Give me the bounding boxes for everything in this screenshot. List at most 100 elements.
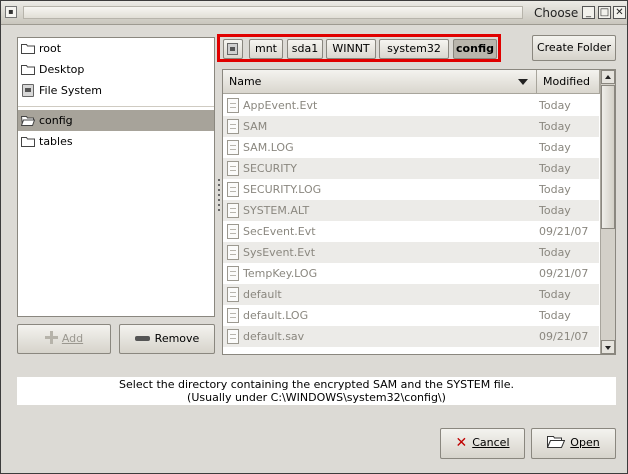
- disk-icon: [227, 43, 238, 55]
- file-name: TempKey.LOG: [243, 267, 318, 280]
- cancel-x-icon: ✕: [455, 435, 468, 451]
- file-modified: Today: [539, 183, 571, 196]
- file-modified: Today: [539, 120, 571, 133]
- place-label: File System: [39, 84, 102, 97]
- file-row[interactable]: AppEvent.Evt Today: [223, 95, 599, 116]
- disk-icon: [22, 84, 34, 97]
- file-row[interactable]: SysEvent.Evt Today: [223, 242, 599, 263]
- file-modified: Today: [539, 246, 571, 259]
- column-header-modified[interactable]: Modified: [537, 70, 600, 94]
- cancel-button[interactable]: ✕ Cancel: [440, 428, 525, 459]
- place-desktop[interactable]: Desktop: [18, 59, 214, 80]
- place-file-system[interactable]: File System: [18, 80, 214, 101]
- folder-open-icon: [21, 116, 35, 126]
- file-icon: [227, 182, 239, 197]
- scroll-up-arrow-icon[interactable]: [601, 70, 615, 84]
- file-modified: 09/21/07: [539, 330, 589, 343]
- folder-open-icon: [547, 436, 566, 448]
- file-modified: Today: [539, 162, 571, 175]
- file-row[interactable]: SAM Today: [223, 116, 599, 137]
- folder-icon: [21, 137, 35, 147]
- place-label: tables: [39, 135, 73, 148]
- file-row[interactable]: default Today: [223, 284, 599, 305]
- place-tables[interactable]: tables: [18, 131, 214, 152]
- file-icon: [227, 245, 239, 260]
- path-bar: mnt sda1 WINNT system32 config: [217, 34, 501, 62]
- file-icon: [227, 224, 239, 239]
- file-icon: [227, 203, 239, 218]
- file-icon: [227, 140, 239, 155]
- file-row[interactable]: SECURITY Today: [223, 158, 599, 179]
- file-modified: 09/21/07: [539, 225, 589, 238]
- file-row[interactable]: SecEvent.Evt 09/21/07: [223, 221, 599, 242]
- file-rows: AppEvent.Evt Today SAM Today SAM.LOG Today SEC…: [223, 95, 599, 347]
- minimize-icon[interactable]: _: [582, 6, 595, 19]
- file-name: SECURITY: [243, 162, 297, 175]
- file-icon: [227, 287, 239, 302]
- sort-descending-icon: [518, 79, 528, 85]
- add-icon: [44, 331, 58, 344]
- file-name: AppEvent.Evt: [243, 99, 318, 112]
- file-modified: Today: [539, 141, 571, 154]
- file-icon: [227, 266, 239, 281]
- file-name: default.sav: [243, 330, 305, 343]
- file-name: SECURITY.LOG: [243, 183, 322, 196]
- file-row[interactable]: default.sav 09/21/07: [223, 326, 599, 347]
- file-list: Name Modified AppEvent.Evt Today SAM Today S…: [222, 69, 616, 355]
- file-modified: Today: [539, 288, 571, 301]
- place-label: Desktop: [39, 63, 85, 76]
- file-row[interactable]: default.LOG Today: [223, 305, 599, 326]
- folder-icon: [21, 44, 35, 54]
- path-crumb-winnt[interactable]: WINNT: [326, 39, 376, 59]
- instruction-message: Select the directory containing the encr…: [17, 377, 616, 405]
- scroll-down-arrow-icon[interactable]: [601, 340, 615, 354]
- path-crumb-mnt[interactable]: mnt: [249, 39, 283, 59]
- place-root[interactable]: root: [18, 38, 214, 59]
- open-button[interactable]: Open: [531, 428, 616, 459]
- file-row[interactable]: TempKey.LOG 09/21/07: [223, 263, 599, 284]
- places-separator: [18, 101, 214, 107]
- file-row[interactable]: SECURITY.LOG Today: [223, 179, 599, 200]
- file-icon: [227, 161, 239, 176]
- place-label: config: [39, 114, 73, 127]
- window-title: Choose: [534, 6, 579, 20]
- file-icon: [227, 308, 239, 323]
- choose-dialog: ▪ Choose _ □ ✕ root Desktop File System …: [0, 0, 628, 474]
- file-icon: [227, 329, 239, 344]
- remove-icon: [134, 336, 150, 341]
- file-modified: Today: [539, 99, 571, 112]
- file-icon: [227, 98, 239, 113]
- title-bar-drag-area[interactable]: [23, 6, 523, 19]
- path-crumb-sda1[interactable]: sda1: [287, 39, 323, 59]
- file-modified: Today: [539, 309, 571, 322]
- remove-button[interactable]: Remove: [119, 324, 215, 354]
- path-crumb-config[interactable]: config: [453, 39, 497, 59]
- create-folder-button[interactable]: Create Folder: [532, 35, 616, 61]
- file-name: default.LOG: [243, 309, 309, 322]
- place-label: root: [39, 42, 62, 55]
- file-name: SAM.LOG: [243, 141, 294, 154]
- vertical-scrollbar[interactable]: [600, 70, 615, 354]
- file-name: SecEvent.Evt: [243, 225, 316, 238]
- file-name: SYSTEM.ALT: [243, 204, 310, 217]
- path-root-button[interactable]: [223, 39, 243, 59]
- column-header-name[interactable]: Name: [223, 70, 537, 94]
- file-name: SAM: [243, 120, 268, 133]
- folder-icon: [21, 65, 35, 75]
- pane-resize-handle[interactable]: [218, 179, 221, 213]
- place-config[interactable]: config: [18, 110, 214, 131]
- file-modified: Today: [539, 204, 571, 217]
- maximize-icon[interactable]: □: [598, 6, 611, 19]
- window-menu-icon[interactable]: ▪: [5, 6, 17, 18]
- path-crumb-system32[interactable]: system32: [379, 39, 449, 59]
- file-row[interactable]: SYSTEM.ALT Today: [223, 200, 599, 221]
- add-button[interactable]: Add: [17, 324, 111, 354]
- file-name: SysEvent.Evt: [243, 246, 316, 259]
- title-bar[interactable]: ▪ Choose _ □ ✕: [1, 1, 627, 25]
- close-icon[interactable]: ✕: [613, 6, 626, 19]
- file-row[interactable]: SAM.LOG Today: [223, 137, 599, 158]
- places-list: root Desktop File System config tables: [17, 37, 215, 317]
- file-modified: 09/21/07: [539, 267, 589, 280]
- scroll-thumb[interactable]: [601, 85, 615, 229]
- file-icon: [227, 119, 239, 134]
